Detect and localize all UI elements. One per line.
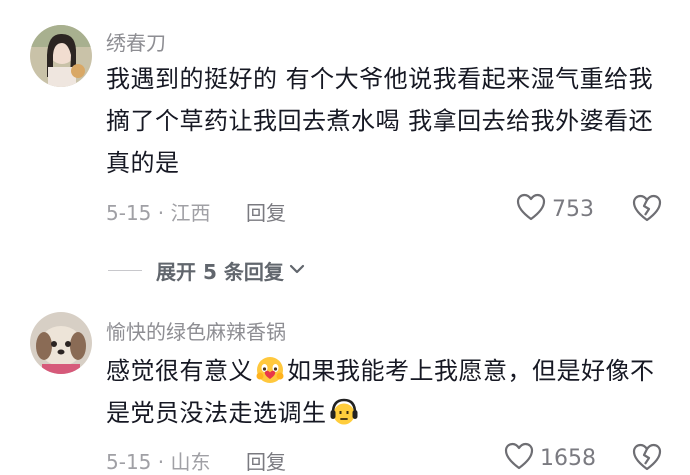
- like-count: 753: [552, 196, 594, 222]
- broken-heart-icon: [632, 443, 662, 475]
- comment-username[interactable]: 愉快的绿色麻辣香锅: [106, 316, 286, 345]
- broken-heart-icon: [632, 194, 662, 226]
- chevron-down-icon: [288, 261, 306, 280]
- like-button[interactable]: 753: [516, 193, 594, 225]
- comment-text: 我遇到的挺好的 有个大爷他说我看起来湿气重给我摘了个草药让我回去煮水喝 我拿回去…: [106, 65, 654, 177]
- avatar[interactable]: [30, 312, 92, 374]
- headphones-face-emoji-icon: [329, 397, 359, 427]
- expand-replies-button[interactable]: 展开 5 条回复: [108, 256, 306, 285]
- like-button[interactable]: 1658: [504, 442, 596, 474]
- avatar[interactable]: [30, 25, 92, 87]
- comment-text: 感觉很有意义 如果我能考上我愿意，但是好像不是党员没法走选调生: [106, 355, 655, 427]
- comment-date-location: 5-15 · 江西: [106, 201, 211, 225]
- heart-outline-icon: [504, 442, 534, 474]
- divider: [108, 270, 142, 271]
- dislike-button[interactable]: [632, 443, 662, 475]
- heart-outline-icon: [516, 193, 546, 225]
- comment-username[interactable]: 绣春刀: [106, 27, 166, 56]
- dislike-button[interactable]: [632, 194, 662, 226]
- expand-replies-label: 展开 5 条回复: [156, 260, 284, 284]
- reply-button[interactable]: 回复: [246, 197, 286, 226]
- touched-face-emoji-icon: [255, 355, 285, 385]
- like-count: 1658: [540, 445, 596, 471]
